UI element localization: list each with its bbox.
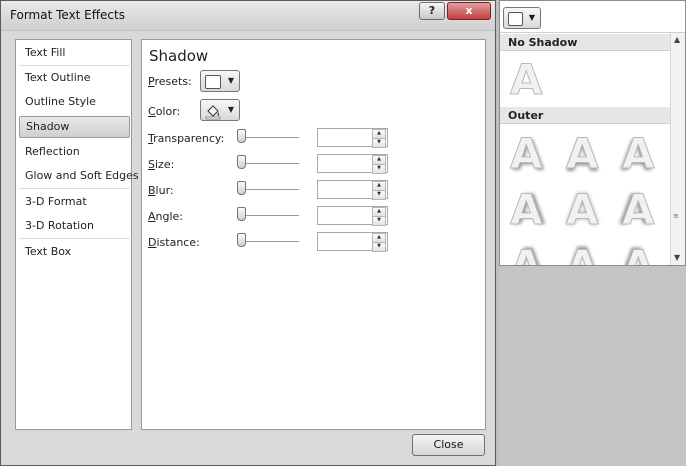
panel-title: Shadow — [149, 47, 209, 65]
outer-shadow-option[interactable]: A — [510, 244, 544, 265]
category-text-outline[interactable]: Text Outline — [19, 67, 130, 89]
category-separator — [19, 65, 130, 66]
gallery-header-bar: ▼ — [500, 1, 685, 33]
chevron-down-icon: ▼ — [227, 76, 234, 85]
category-glow-soft-edges[interactable]: Glow and Soft Edges — [19, 165, 139, 187]
no-shadow-header: No Shadow — [500, 34, 670, 51]
spin-down-icon[interactable]: ▼ — [372, 164, 386, 174]
color-dropdown[interactable]: ▼ — [200, 99, 240, 121]
category-3d-rotation[interactable]: 3-D Rotation — [19, 215, 130, 237]
gallery-row-clip: A A A — [500, 237, 670, 265]
distance-spinbox[interactable]: ▲ ▼ — [317, 232, 388, 252]
gallery-presets-dropdown[interactable]: ▼ — [503, 7, 541, 29]
help-button[interactable]: ? — [419, 2, 445, 20]
title-bar[interactable]: Format Text Effects ? x — [1, 1, 495, 31]
dialog-title: Format Text Effects — [10, 8, 125, 22]
spin-down-icon[interactable]: ▼ — [372, 216, 386, 226]
blur-spinbox[interactable]: ▲ ▼ — [317, 180, 388, 200]
angle-label: Angle: — [148, 210, 184, 223]
background-area — [499, 266, 686, 466]
gallery-scrollbar[interactable]: ▲ ≡ ▼ — [670, 33, 685, 265]
size-slider-thumb[interactable] — [237, 155, 246, 169]
chevron-down-icon: ▼ — [528, 13, 535, 22]
size-label: Size: — [148, 158, 175, 171]
scroll-down-icon[interactable]: ▼ — [674, 253, 680, 262]
scroll-thumb-grip-icon[interactable]: ≡ — [673, 213, 682, 220]
color-label: Color: — [148, 105, 181, 118]
outer-header: Outer — [500, 107, 670, 124]
size-slider-track[interactable] — [242, 163, 299, 164]
blur-slider-track[interactable] — [242, 189, 299, 190]
blur-slider-thumb[interactable] — [237, 181, 246, 195]
category-shadow[interactable]: Shadow — [19, 116, 130, 138]
window-close-button[interactable]: x — [447, 2, 491, 20]
scroll-up-icon[interactable]: ▲ — [674, 35, 680, 44]
spin-down-icon[interactable]: ▼ — [372, 138, 386, 148]
close-button[interactable]: Close — [412, 434, 485, 456]
presets-dropdown[interactable]: ▼ — [200, 70, 240, 92]
transparency-slider-thumb[interactable] — [237, 129, 246, 143]
outer-shadow-option[interactable]: A — [566, 188, 600, 231]
distance-label: Distance: — [148, 236, 200, 249]
no-shadow-option[interactable]: A — [510, 58, 544, 101]
outer-shadow-option[interactable]: A — [622, 244, 656, 265]
spin-down-icon[interactable]: ▼ — [372, 190, 386, 200]
outer-shadow-option[interactable]: A — [622, 188, 656, 231]
format-text-effects-dialog: Format Text Effects ? x Text Fill Text O… — [0, 0, 496, 466]
category-list: Text Fill Text Outline Outline Style Sha… — [15, 39, 139, 430]
angle-slider-track[interactable] — [242, 215, 299, 216]
shadow-presets-gallery: ▼ No Shadow A Outer A A A A A A A A A ▲ … — [499, 0, 686, 266]
blur-label: Blur: — [148, 184, 174, 197]
category-separator — [19, 188, 130, 189]
category-3d-format[interactable]: 3-D Format — [19, 191, 130, 213]
size-spinbox[interactable]: ▲ ▼ — [317, 154, 388, 174]
category-reflection[interactable]: Reflection — [19, 141, 130, 163]
transparency-label: Transparency: — [148, 132, 225, 145]
category-text-fill[interactable]: Text Fill — [19, 42, 130, 64]
outer-shadow-option[interactable]: A — [510, 132, 544, 175]
outer-shadow-option[interactable]: A — [510, 188, 544, 231]
distance-slider-track[interactable] — [242, 241, 299, 242]
outer-shadow-option[interactable]: A — [622, 132, 656, 175]
angle-slider-thumb[interactable] — [237, 207, 246, 221]
outer-shadow-option[interactable]: A — [566, 132, 600, 175]
chevron-down-icon: ▼ — [227, 105, 234, 114]
outer-shadow-option[interactable]: A — [566, 244, 600, 265]
category-outline-style[interactable]: Outline Style — [19, 91, 130, 113]
preset-swatch-icon — [205, 75, 221, 89]
distance-slider-thumb[interactable] — [237, 233, 246, 247]
spin-down-icon[interactable]: ▼ — [372, 242, 386, 252]
transparency-slider-track[interactable] — [242, 137, 299, 138]
paint-bucket-icon — [205, 105, 221, 120]
shadow-panel: Shadow Presets: ▼ Color: ▼ Transparency:… — [141, 39, 486, 430]
angle-spinbox[interactable]: ▲ ▼ — [317, 206, 388, 226]
presets-label: Presets: — [148, 75, 192, 88]
category-text-box[interactable]: Text Box — [19, 241, 130, 263]
preset-swatch-icon — [508, 12, 523, 26]
category-separator — [19, 238, 130, 239]
transparency-spinbox[interactable]: ▲ ▼ — [317, 128, 388, 148]
